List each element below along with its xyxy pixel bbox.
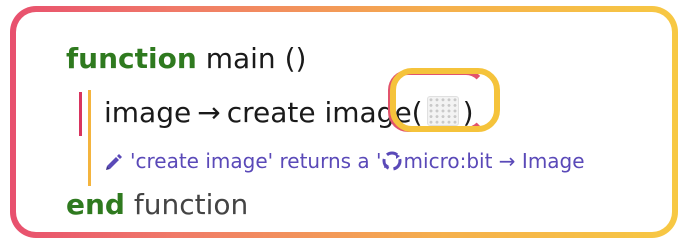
hint-prefix: 'create image' returns a '	[130, 149, 382, 173]
block-bar	[88, 90, 91, 186]
end-function-label: function	[133, 188, 249, 221]
recycle-icon	[382, 151, 402, 171]
type-hint: 'create image' returns a ' micro:bit → I…	[104, 148, 585, 174]
assign-target[interactable]: image	[104, 96, 191, 129]
tutorial-frame: function main () image → create image() 'c…	[10, 6, 678, 238]
assign-arrow: →	[197, 96, 221, 129]
hint-type-member: Image	[521, 149, 585, 173]
function-keyword: function	[66, 42, 197, 75]
argument-highlight-outer	[390, 68, 500, 132]
statement-bar	[79, 92, 82, 136]
end-keyword: end	[66, 188, 125, 221]
hint-type-name: micro:bit	[403, 149, 493, 173]
function-footer: end function	[66, 188, 248, 222]
code-panel: function main () image → create image() 'c…	[16, 12, 672, 232]
function-header: function main ()	[66, 42, 306, 76]
function-name[interactable]: main ()	[206, 42, 307, 75]
hint-arrow: →	[498, 149, 516, 173]
pencil-icon	[104, 151, 124, 171]
